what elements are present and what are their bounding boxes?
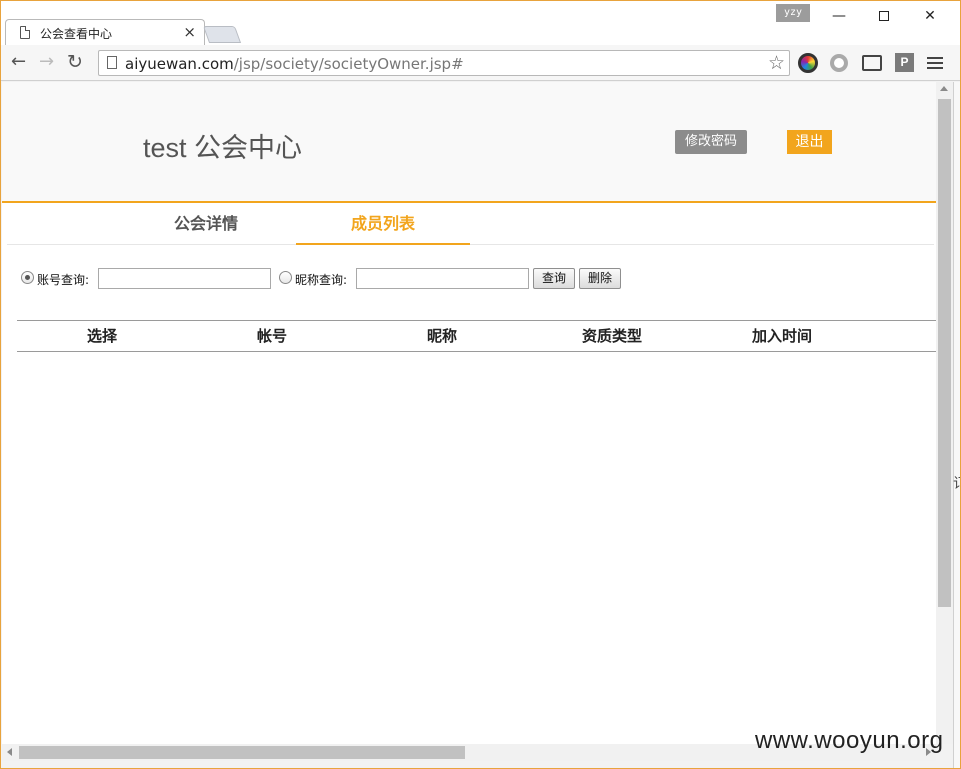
column-header-account: 帐号	[256, 327, 287, 345]
column-header-join-time: 加入时间	[751, 327, 812, 345]
close-window-button[interactable]: ✕	[907, 3, 953, 29]
column-header-qualification: 资质类型	[581, 327, 642, 345]
account-search-label: 账号查询:	[37, 273, 90, 287]
new-tab-button[interactable]	[202, 26, 242, 43]
vertical-scrollbar[interactable]	[936, 82, 953, 744]
scroll-up-icon[interactable]	[940, 86, 948, 91]
browser-window: 公会查看中心 × yzy — ✕ ← → ↻ aiyuewan.com/jsp/…	[0, 0, 961, 769]
vertical-scroll-thumb[interactable]	[938, 99, 951, 607]
page-icon	[20, 26, 30, 39]
page-viewport: test 公会中心 修改密码 退出 公会详情 成员列表 账号查询: 昵称查询: …	[2, 82, 936, 744]
reload-icon[interactable]: ↻	[67, 51, 83, 73]
maximize-button[interactable]	[861, 3, 907, 29]
browser-tab-active[interactable]: 公会查看中心 ×	[5, 19, 205, 45]
page-title: test 公会中心	[143, 133, 303, 163]
background-window-text: 订	[953, 473, 960, 493]
account-search-input[interactable]	[98, 268, 271, 289]
p-extension-icon[interactable]: P	[895, 53, 914, 72]
nickname-search-input[interactable]	[356, 268, 529, 289]
address-bar[interactable]: aiyuewan.com/jsp/society/societyOwner.js…	[98, 50, 790, 76]
ring-extension-icon[interactable]	[830, 54, 848, 72]
table-header: 选择 帐号 昵称 资质类型 加入时间	[17, 320, 936, 352]
back-arrow-icon[interactable]: ←	[11, 51, 26, 73]
nickname-search-radio[interactable]	[279, 271, 292, 284]
maximize-icon	[879, 11, 889, 21]
tab-title: 公会查看中心	[40, 27, 113, 41]
page-header: test 公会中心 修改密码 退出	[2, 82, 936, 203]
url-host: aiyuewan.com	[125, 55, 234, 73]
search-form: 账号查询: 昵称查询: 查询 删除	[21, 268, 921, 290]
column-header-nickname: 昵称	[426, 327, 457, 345]
bookmark-star-icon[interactable]: ☆	[768, 52, 785, 74]
change-password-button[interactable]: 修改密码	[675, 130, 747, 154]
screenshot-extension-icon[interactable]	[862, 55, 882, 71]
title-bar: 公会查看中心 × yzy — ✕	[1, 1, 960, 45]
tab-society-details[interactable]: 公会详情	[119, 205, 293, 245]
hamburger-menu-icon[interactable]	[927, 55, 943, 71]
color-picker-extension-icon[interactable]	[798, 53, 818, 73]
minimize-button[interactable]: —	[816, 3, 862, 29]
url-text[interactable]: aiyuewan.com/jsp/society/societyOwner.js…	[125, 55, 464, 73]
forward-arrow-icon[interactable]: →	[39, 51, 54, 73]
tab-member-list[interactable]: 成员列表	[296, 205, 470, 245]
member-table: 选择 帐号 昵称 资质类型 加入时间	[17, 320, 936, 744]
table-body	[17, 352, 936, 744]
url-path: /jsp/society/societyOwner.jsp#	[233, 55, 464, 73]
tab-close-icon[interactable]: ×	[183, 23, 196, 41]
background-window-strip	[953, 82, 960, 768]
scroll-left-icon[interactable]	[7, 748, 12, 756]
horizontal-scroll-thumb[interactable]	[19, 746, 465, 759]
query-button[interactable]: 查询	[533, 268, 575, 289]
profile-badge[interactable]: yzy	[776, 4, 810, 22]
browser-toolbar: ← → ↻ aiyuewan.com/jsp/society/societyOw…	[1, 45, 960, 81]
watermark: www.wooyun.org	[755, 727, 944, 754]
logout-button[interactable]: 退出	[787, 130, 832, 154]
column-header-select: 选择	[86, 327, 117, 345]
account-search-radio[interactable]	[21, 271, 34, 284]
page-icon	[107, 56, 117, 69]
section-tabs: 公会详情 成员列表	[7, 205, 934, 245]
delete-button[interactable]: 删除	[579, 268, 621, 289]
nickname-search-label: 昵称查询:	[295, 273, 348, 287]
